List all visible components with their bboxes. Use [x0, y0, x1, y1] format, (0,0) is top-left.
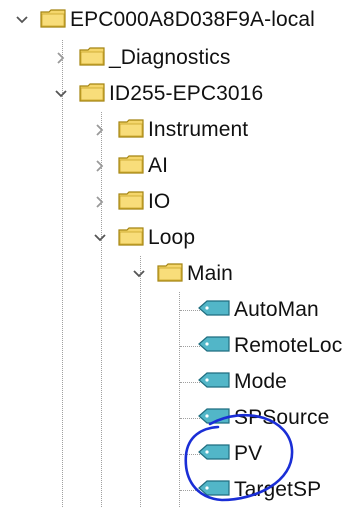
tree-node-label: RemoteLoc	[234, 334, 343, 357]
tree-node-label: Mode	[234, 370, 287, 393]
tree-node-label: Loop	[148, 226, 196, 249]
tree-node-label: SPSource	[234, 406, 330, 429]
chevron-down-icon[interactable]	[53, 86, 69, 102]
tag-icon	[198, 371, 230, 394]
tree-node-label: Instrument	[148, 118, 249, 141]
folder-icon	[118, 225, 144, 252]
tag-icon	[198, 479, 230, 502]
tree-node-pv[interactable]: PV	[198, 436, 262, 472]
tree-node-loop[interactable]: Loop	[92, 220, 195, 256]
chevron-right-icon[interactable]	[92, 158, 108, 174]
tree-node-label: ID255-EPC3016	[109, 82, 264, 105]
tree-node-label: IO	[148, 190, 171, 213]
chevron-right-icon[interactable]	[92, 194, 108, 210]
tag-icon	[198, 335, 230, 358]
tree-node-instrument[interactable]: Instrument	[92, 112, 248, 148]
folder-icon	[79, 45, 105, 72]
tree-node-label: EPC000A8D038F9A-local	[70, 8, 315, 31]
tag-icon	[198, 443, 230, 466]
tree-node-label: PV	[234, 442, 263, 465]
tree-node-root[interactable]: EPC000A8D038F9A-local	[14, 2, 315, 38]
folder-icon	[157, 261, 183, 288]
tree-node-targetsp[interactable]: TargetSP	[198, 472, 321, 507]
tree-node-label: TargetSP	[234, 478, 322, 501]
tree-connector-line	[180, 490, 200, 491]
chevron-down-icon[interactable]	[14, 12, 30, 28]
tree-connector-line	[180, 346, 200, 347]
tree-node-diagnostics[interactable]: _Diagnostics	[53, 40, 230, 76]
folder-icon	[79, 81, 105, 108]
chevron-down-icon[interactable]	[92, 230, 108, 246]
folder-icon	[40, 7, 66, 34]
tag-icon	[198, 299, 230, 322]
folder-icon	[118, 117, 144, 144]
chevron-right-icon[interactable]	[53, 50, 69, 66]
tree-node-remoteloc[interactable]: RemoteLoc	[198, 328, 342, 364]
tree-node-label: AutoMan	[234, 298, 319, 321]
tree-view: EPC000A8D038F9A-local _Diagnostics ID255…	[0, 0, 361, 507]
tree-node-io[interactable]: IO	[92, 184, 170, 220]
chevron-right-icon[interactable]	[92, 122, 108, 138]
chevron-down-icon[interactable]	[131, 266, 147, 282]
tree-node-mode[interactable]: Mode	[198, 364, 287, 400]
tree-node-main[interactable]: Main	[131, 256, 233, 292]
tree-node-label: AI	[148, 154, 169, 177]
tree-node-label: _Diagnostics	[109, 46, 231, 69]
folder-icon	[118, 189, 144, 216]
tree-guide-line	[140, 256, 141, 507]
tree-node-spsource[interactable]: SPSource	[198, 400, 329, 436]
folder-icon	[118, 153, 144, 180]
tree-connector-line	[180, 454, 200, 455]
tree-guide-line	[179, 292, 180, 507]
tag-icon	[198, 407, 230, 430]
tree-connector-line	[180, 310, 200, 311]
tree-node-id255[interactable]: ID255-EPC3016	[53, 76, 263, 112]
tree-connector-line	[180, 382, 200, 383]
tree-connector-line	[180, 418, 200, 419]
tree-node-automan[interactable]: AutoMan	[198, 292, 319, 328]
tree-node-ai[interactable]: AI	[92, 148, 168, 184]
tree-node-label: Main	[187, 262, 233, 285]
